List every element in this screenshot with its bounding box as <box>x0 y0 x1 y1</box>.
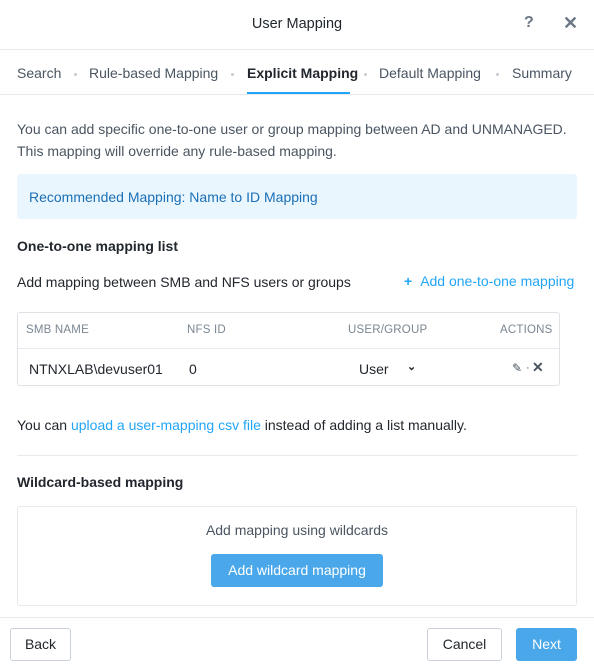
dialog-header: User Mapping ? ✕ <box>0 0 594 50</box>
tab-separator <box>364 73 367 76</box>
action-separator: · <box>526 362 530 374</box>
upload-suffix: instead of adding a list manually. <box>260 417 467 433</box>
close-icon[interactable]: ✕ <box>532 359 544 376</box>
chevron-down-icon[interactable]: ⌄ <box>407 360 416 373</box>
column-header-nfs-id: NFS ID <box>187 324 226 336</box>
tab-search[interactable]: Search <box>17 65 61 81</box>
section-divider <box>17 455 577 456</box>
next-button[interactable]: Next <box>516 628 577 661</box>
back-button[interactable]: Back <box>10 628 71 661</box>
cancel-button[interactable]: Cancel <box>427 628 502 661</box>
intro-line-1: You can add specific one-to-one user or … <box>17 121 567 137</box>
add-wildcard-button[interactable]: Add wildcard mapping <box>211 554 383 587</box>
user-group-select[interactable]: User <box>359 361 389 377</box>
tab-separator <box>231 73 234 76</box>
plus-icon: + <box>404 273 413 289</box>
help-icon[interactable]: ? <box>524 14 534 32</box>
pencil-icon[interactable]: ✎ <box>512 361 522 375</box>
wildcard-title: Wildcard-based mapping <box>17 474 184 490</box>
tab-separator <box>496 73 499 76</box>
tab-default-mapping[interactable]: Default Mapping <box>379 65 481 81</box>
smb-name-cell: NTNXLAB\devuser01 <box>29 361 163 377</box>
upload-csv-link[interactable]: upload a user-mapping csv file <box>71 417 261 433</box>
wizard-tabs: Search Rule-based Mapping Explicit Mappi… <box>0 50 594 95</box>
wildcard-hint: Add mapping using wildcards <box>205 522 389 538</box>
add-one-to-one-label: Add one-to-one mapping <box>420 273 575 289</box>
add-one-to-one-link[interactable]: + Add one-to-one mapping <box>404 273 574 289</box>
recommendation-text: Recommended Mapping: Name to ID Mapping <box>29 189 318 205</box>
recommendation-banner: Recommended Mapping: Name to ID Mapping <box>17 174 577 219</box>
column-header-smb-name: SMB NAME <box>26 324 89 336</box>
close-icon[interactable]: ✕ <box>563 13 578 34</box>
one-to-one-description: Add mapping between SMB and NFS users or… <box>17 274 351 290</box>
tab-rule-based-mapping[interactable]: Rule-based Mapping <box>89 65 218 81</box>
active-tab-indicator <box>247 92 350 94</box>
header-divider <box>18 348 559 349</box>
tab-explicit-mapping[interactable]: Explicit Mapping <box>247 65 358 81</box>
dialog-footer: Back Cancel Next <box>0 617 594 669</box>
column-header-actions: ACTIONS <box>500 324 553 336</box>
tab-separator <box>74 73 77 76</box>
upload-prefix: You can <box>17 417 71 433</box>
wildcard-box: Add mapping using wildcards Add wildcard… <box>17 506 577 606</box>
intro-text: You can add specific one-to-one user or … <box>17 118 582 162</box>
nfs-id-cell: 0 <box>189 361 197 377</box>
upload-hint: You can upload a user-mapping csv file i… <box>17 417 467 433</box>
dialog-title: User Mapping <box>251 16 343 32</box>
tab-summary[interactable]: Summary <box>512 65 572 81</box>
mapping-table: SMB NAME NFS ID USER/GROUP ACTIONS NTNXL… <box>17 312 560 386</box>
intro-line-2: This mapping will override any rule-base… <box>17 143 337 159</box>
one-to-one-title: One-to-one mapping list <box>17 238 178 254</box>
column-header-user-group: USER/GROUP <box>348 324 428 336</box>
